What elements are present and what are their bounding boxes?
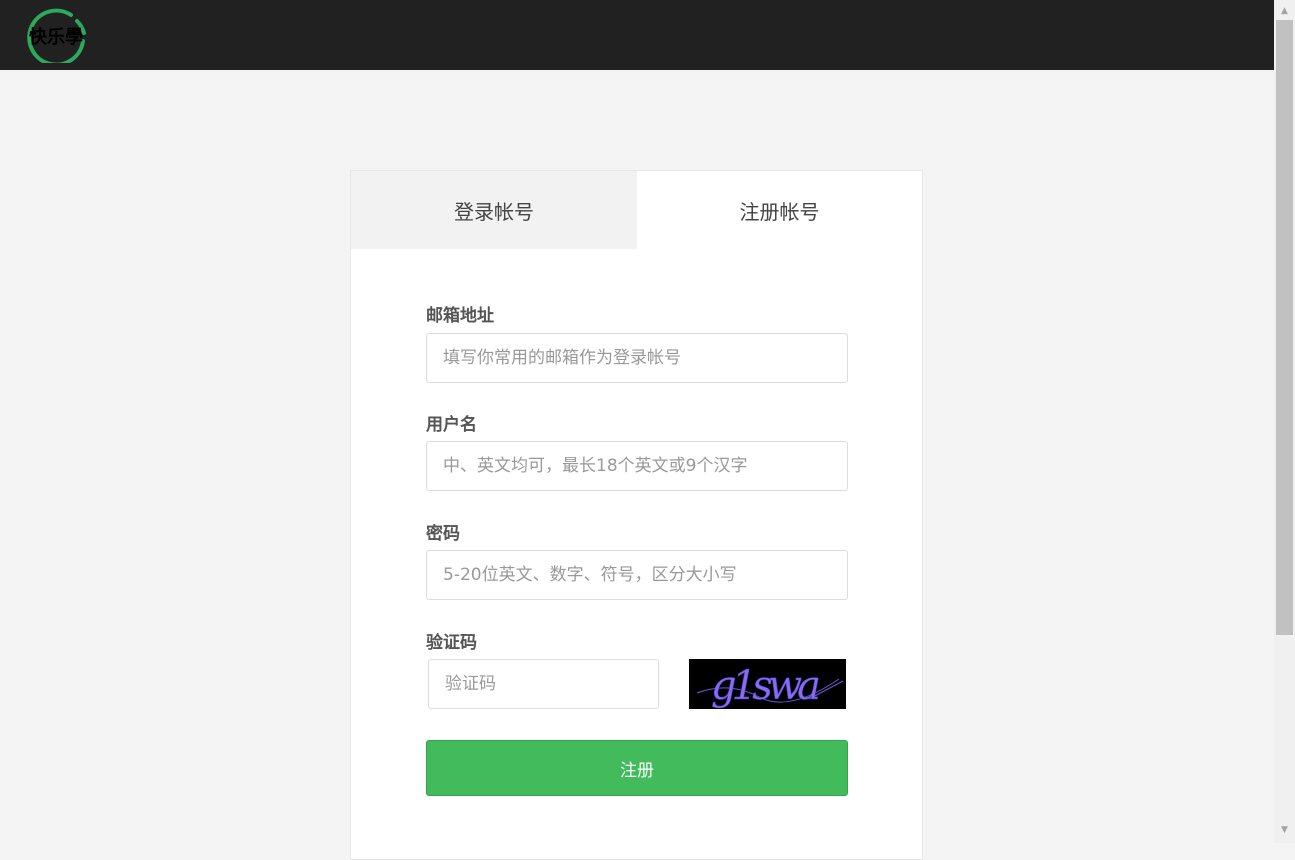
- scroll-up-arrow-icon[interactable]: ▲: [1274, 3, 1295, 20]
- scrollbar-thumb[interactable]: [1276, 20, 1293, 635]
- site-logo[interactable]: 快乐學: [25, 5, 87, 67]
- captcha-text: g1swa: [711, 663, 821, 709]
- vertical-scrollbar[interactable]: ▲ ▼: [1274, 0, 1295, 843]
- username-field[interactable]: [426, 441, 848, 491]
- username-label: 用户名: [426, 415, 477, 435]
- password-label: 密码: [426, 524, 460, 544]
- captcha-field[interactable]: [428, 659, 659, 709]
- top-navigation-bar: 快乐學: [0, 0, 1274, 70]
- tab-register[interactable]: 注册帐号: [637, 171, 922, 249]
- register-button[interactable]: 注册: [426, 740, 848, 796]
- email-field[interactable]: [426, 333, 848, 383]
- logo-text: 快乐學: [29, 26, 83, 48]
- password-field[interactable]: [426, 550, 848, 600]
- tab-login[interactable]: 登录帐号: [351, 171, 637, 249]
- scroll-down-arrow-icon[interactable]: ▼: [1274, 822, 1295, 839]
- auth-card: 登录帐号 注册帐号 邮箱地址 用户名 密码 验证码 g1swa 注册: [350, 170, 923, 860]
- kuai-xue-logo-icon: 快乐學: [27, 8, 86, 67]
- email-label: 邮箱地址: [426, 306, 494, 326]
- captcha-label: 验证码: [426, 633, 477, 653]
- captcha-image[interactable]: g1swa: [689, 659, 846, 709]
